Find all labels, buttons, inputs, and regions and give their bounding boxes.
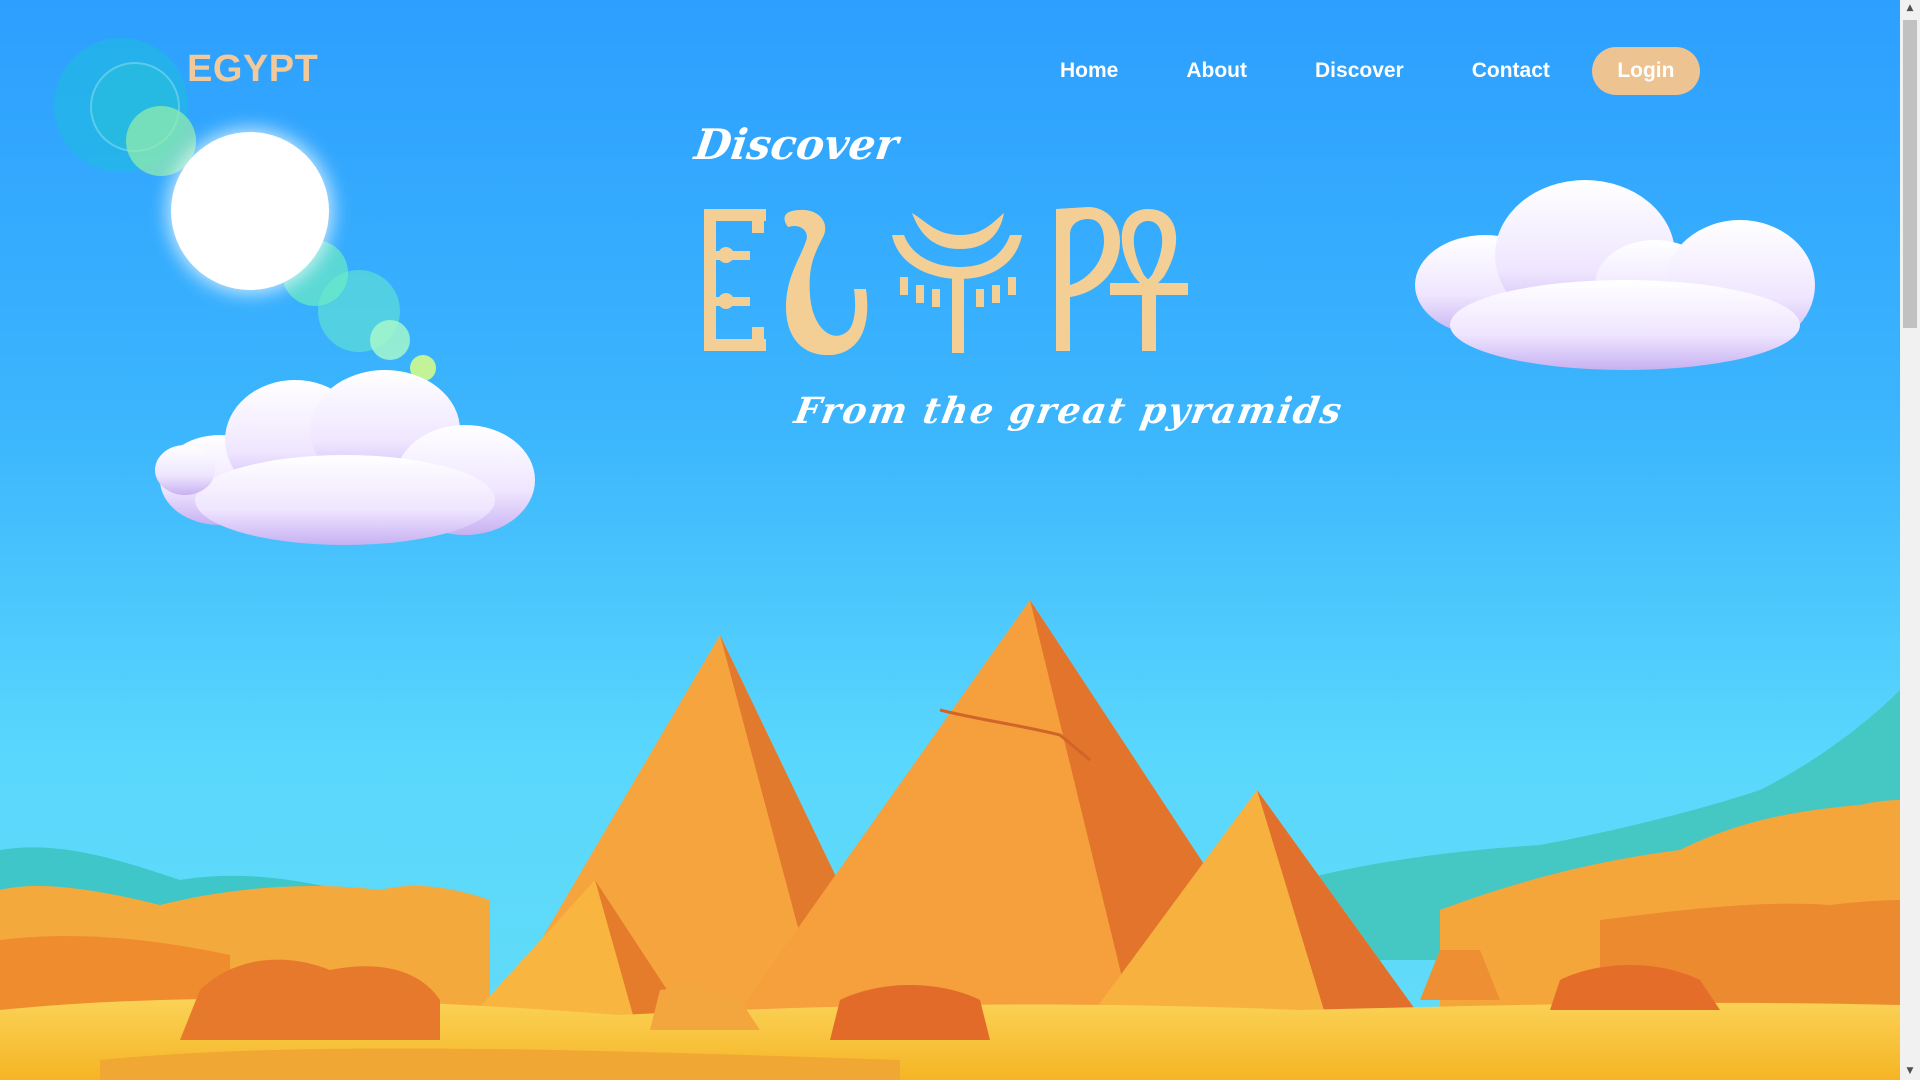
hero-subtitle: From the great pyramids <box>791 390 1347 432</box>
cloud-right <box>1415 180 1815 370</box>
landing-page: EGYPT Home About Discover Contact Login … <box>0 0 1900 1080</box>
nav-link-discover[interactable]: Discover <box>1315 47 1404 95</box>
nav-link-contact[interactable]: Contact <box>1472 47 1550 95</box>
scroll-up-icon[interactable]: ▲ <box>1900 0 1920 17</box>
scroll-down-icon[interactable]: ▼ <box>1900 1063 1920 1080</box>
browser-viewport: EGYPT Home About Discover Contact Login … <box>0 0 1920 1080</box>
nav-link-about[interactable]: About <box>1186 47 1247 95</box>
sun <box>171 132 329 290</box>
main-nav: Home About Discover Contact Login <box>1060 47 1700 95</box>
vertical-scrollbar[interactable]: ▲ ▼ <box>1900 0 1920 1080</box>
site-header: EGYPT Home About Discover Contact Login <box>0 0 1900 140</box>
cloud-left <box>155 370 535 545</box>
site-logo[interactable]: EGYPT <box>187 48 318 91</box>
login-button[interactable]: Login <box>1591 47 1700 95</box>
hero-title-hieroglyph-logo <box>704 207 1188 355</box>
pyramids-scene <box>0 600 1900 1080</box>
hero-pre-title: Discover <box>691 120 902 169</box>
flare-hexagon <box>370 320 410 360</box>
nav-link-home[interactable]: Home <box>1060 47 1118 95</box>
scrollbar-thumb[interactable] <box>1903 20 1917 328</box>
